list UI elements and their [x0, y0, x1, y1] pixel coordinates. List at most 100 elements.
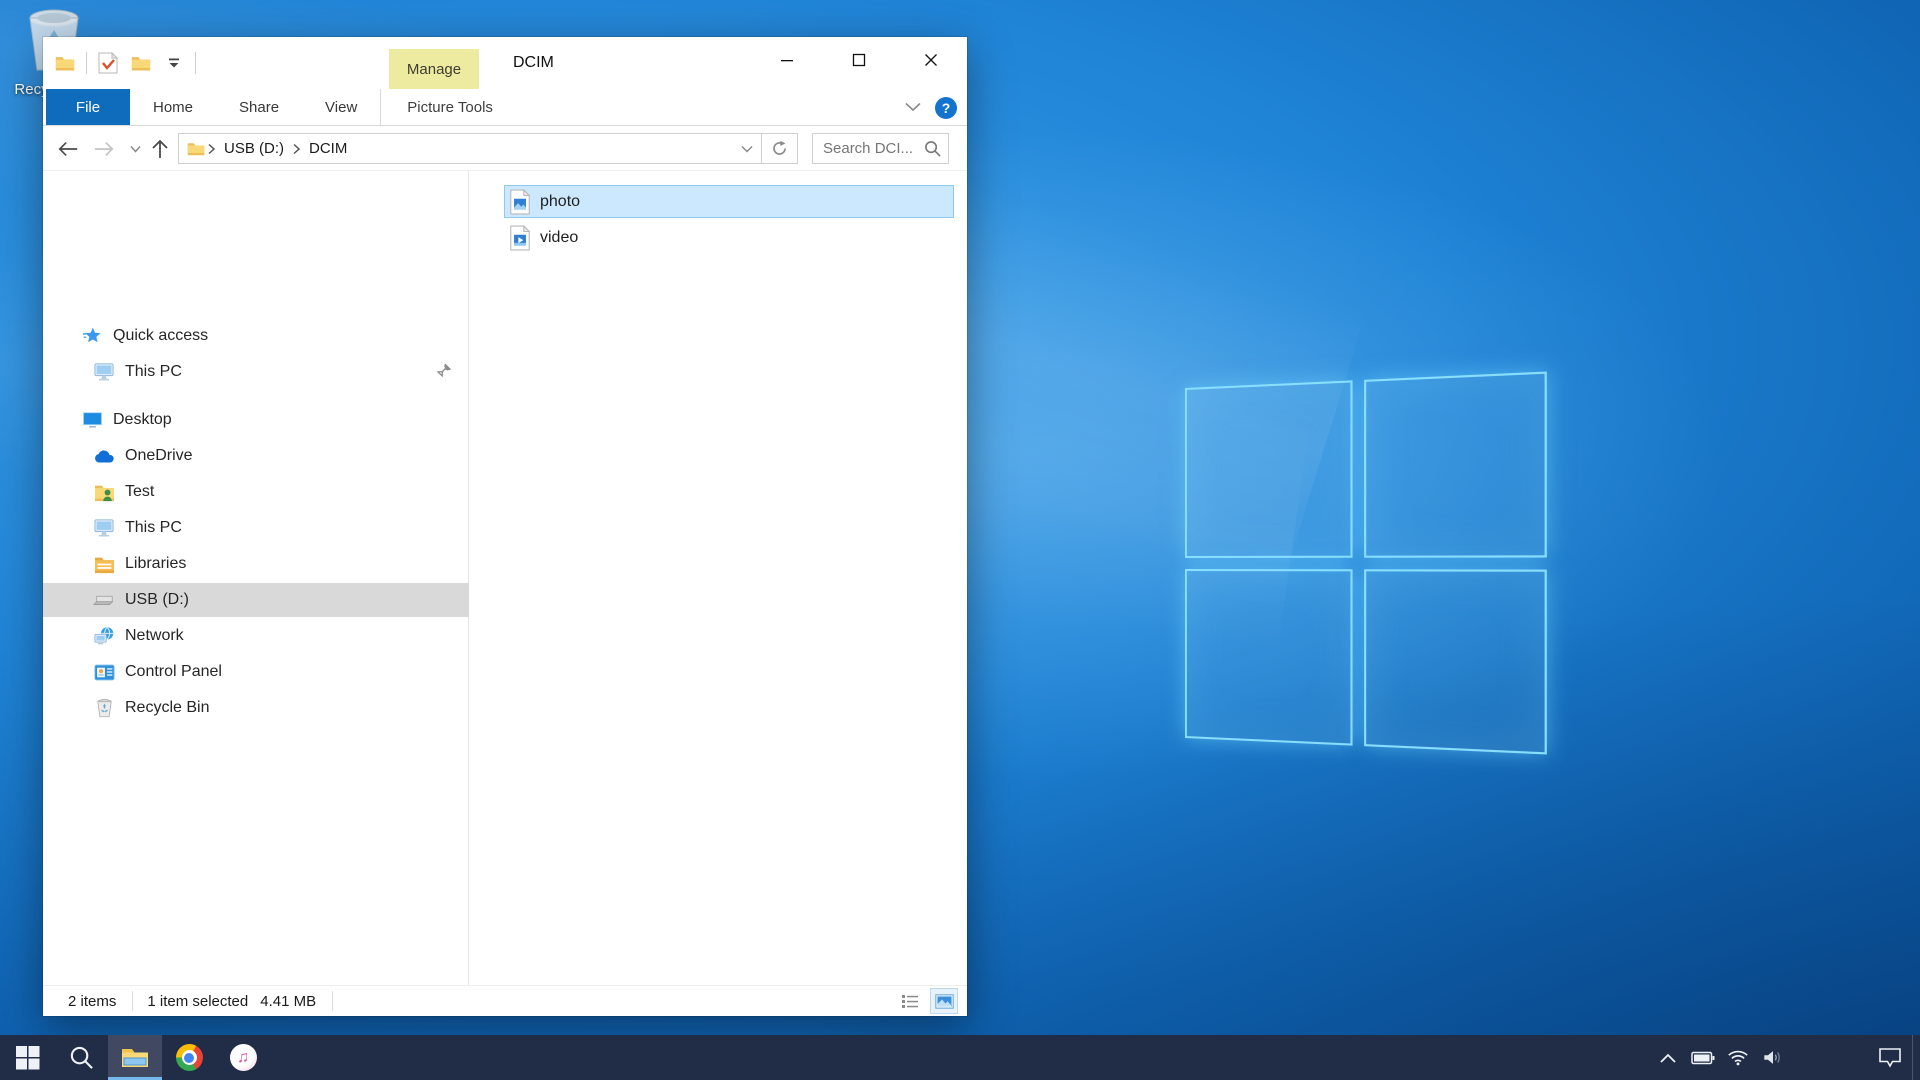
windows-start-icon [15, 1045, 40, 1070]
file-name: video [540, 229, 578, 247]
computer-icon [93, 361, 115, 383]
contextual-group-manage[interactable]: Manage [389, 49, 479, 89]
windows-logo-pane [1364, 371, 1547, 557]
sidebar-item-onedrive[interactable]: OneDrive [43, 439, 469, 473]
desktop: Recycle Bin Manage [0, 0, 1920, 1080]
recent-locations-chevron-icon[interactable] [125, 126, 145, 171]
breadcrumb-segment-dcim[interactable]: DCIM [303, 140, 353, 157]
quick-access-star-icon [81, 325, 103, 347]
sidebar-item-libraries[interactable]: Libraries [43, 547, 469, 581]
view-switcher [897, 989, 957, 1013]
sidebar-item-this-pc-pinned[interactable]: This PC [43, 355, 469, 389]
tab-home[interactable]: Home [130, 89, 216, 125]
sidebar-item-this-pc[interactable]: This PC [43, 511, 469, 545]
file-name: photo [540, 193, 580, 211]
new-folder-icon[interactable] [129, 51, 153, 75]
caption-buttons [751, 37, 967, 83]
ribbon-right-controls: ? [905, 89, 957, 126]
start-button[interactable] [0, 1035, 54, 1080]
taskbar-itunes-button[interactable]: ♫ [216, 1035, 270, 1080]
properties-check-icon[interactable] [96, 51, 120, 75]
navigation-bar: USB (D:) DCIM [43, 126, 967, 171]
tray-expand-chevron-icon[interactable] [1650, 1035, 1685, 1080]
customize-toolbar-chevron-icon[interactable] [162, 51, 186, 75]
explorer-folder-icon[interactable] [53, 51, 77, 75]
pin-icon [436, 363, 451, 382]
sidebar-item-label: USB (D:) [43, 591, 189, 609]
user-folder-icon [93, 481, 115, 503]
file-item-video[interactable]: video [504, 221, 954, 254]
breadcrumb-chevron-icon [292, 143, 301, 155]
status-separator [132, 991, 133, 1011]
tab-view[interactable]: View [302, 89, 380, 125]
volume-icon[interactable] [1755, 1035, 1790, 1080]
tab-file[interactable]: File [46, 89, 130, 125]
search-input[interactable] [813, 134, 921, 163]
close-icon [924, 53, 938, 67]
breadcrumb-segment-usb[interactable]: USB (D:) [218, 140, 290, 157]
sidebar-item-usb-d[interactable]: USB (D:) [43, 583, 469, 617]
sidebar-item-recycle-bin[interactable]: Recycle Bin [43, 691, 469, 725]
usb-drive-icon [93, 589, 115, 611]
sidebar-item-label: Desktop [43, 411, 172, 429]
windows-logo-pane [1364, 569, 1547, 755]
search-box[interactable] [812, 133, 949, 164]
back-arrow-icon[interactable] [53, 126, 83, 171]
explorer-window: Manage DCIM File Home Share View Picture [43, 37, 967, 1016]
toolbar-separator [86, 52, 87, 74]
breadcrumb: USB (D:) DCIM [179, 134, 733, 163]
tab-share[interactable]: Share [216, 89, 302, 125]
status-separator [332, 991, 333, 1011]
up-arrow-icon[interactable] [145, 126, 175, 171]
sidebar-item-control-panel[interactable]: Control Panel [43, 655, 469, 689]
close-button[interactable] [895, 37, 967, 83]
ribbon-tab-bar: File Home Share View Picture Tools [43, 89, 967, 126]
taskbar-file-explorer-button[interactable] [108, 1035, 162, 1080]
show-desktop-button[interactable] [1912, 1035, 1920, 1080]
taskbar-search-button[interactable] [54, 1035, 108, 1080]
desktop-icon [81, 409, 103, 431]
windows-logo-pane [1185, 380, 1352, 557]
windows-logo-pane [1185, 569, 1352, 746]
address-folder-icon [187, 141, 205, 156]
help-icon[interactable]: ? [935, 97, 957, 119]
maximize-button[interactable] [823, 37, 895, 83]
minimize-button[interactable] [751, 37, 823, 83]
search-icon[interactable] [924, 140, 941, 157]
sidebar-item-label: Control Panel [43, 663, 222, 681]
window-content: Quick access This PC Desktop [43, 171, 967, 985]
tab-picture-tools[interactable]: Picture Tools [381, 89, 519, 125]
sidebar-item-quick-access[interactable]: Quick access [43, 319, 469, 353]
sidebar-item-label: OneDrive [43, 447, 193, 465]
windows-logo-wallpaper [1185, 371, 1547, 754]
thumbnails-view-icon[interactable] [931, 989, 957, 1013]
window-title: DCIM [513, 37, 554, 89]
refresh-icon[interactable] [761, 134, 797, 163]
taskbar-chrome-button[interactable] [162, 1035, 216, 1080]
forward-arrow-icon[interactable] [89, 126, 119, 171]
sidebar-item-desktop[interactable]: Desktop [43, 403, 469, 437]
network-icon [93, 625, 115, 647]
file-item-photo[interactable]: photo [504, 185, 954, 218]
file-list-pane[interactable]: photo video [469, 171, 967, 985]
address-dropdown-chevron-icon[interactable] [733, 134, 761, 163]
battery-icon[interactable] [1685, 1035, 1720, 1080]
selection-count: 1 item selected [147, 993, 248, 1010]
collapse-ribbon-chevron-icon[interactable] [905, 99, 921, 116]
address-bar[interactable]: USB (D:) DCIM [178, 133, 798, 164]
sidebar-item-network[interactable]: Network [43, 619, 469, 653]
sidebar-item-test[interactable]: Test [43, 475, 469, 509]
file-explorer-icon [121, 1046, 149, 1070]
title-bar[interactable]: Manage DCIM [43, 37, 967, 89]
details-view-icon[interactable] [897, 989, 923, 1013]
action-center-icon[interactable] [1868, 1035, 1912, 1080]
chrome-icon [176, 1044, 203, 1071]
quick-access-toolbar [53, 37, 196, 89]
wifi-icon[interactable] [1720, 1035, 1755, 1080]
toolbar-separator [195, 52, 196, 74]
minimize-icon [780, 53, 794, 67]
image-file-icon [509, 189, 531, 215]
recycle-bin-icon [93, 697, 115, 719]
search-icon [69, 1045, 94, 1070]
sidebar-item-label: Quick access [43, 327, 208, 345]
